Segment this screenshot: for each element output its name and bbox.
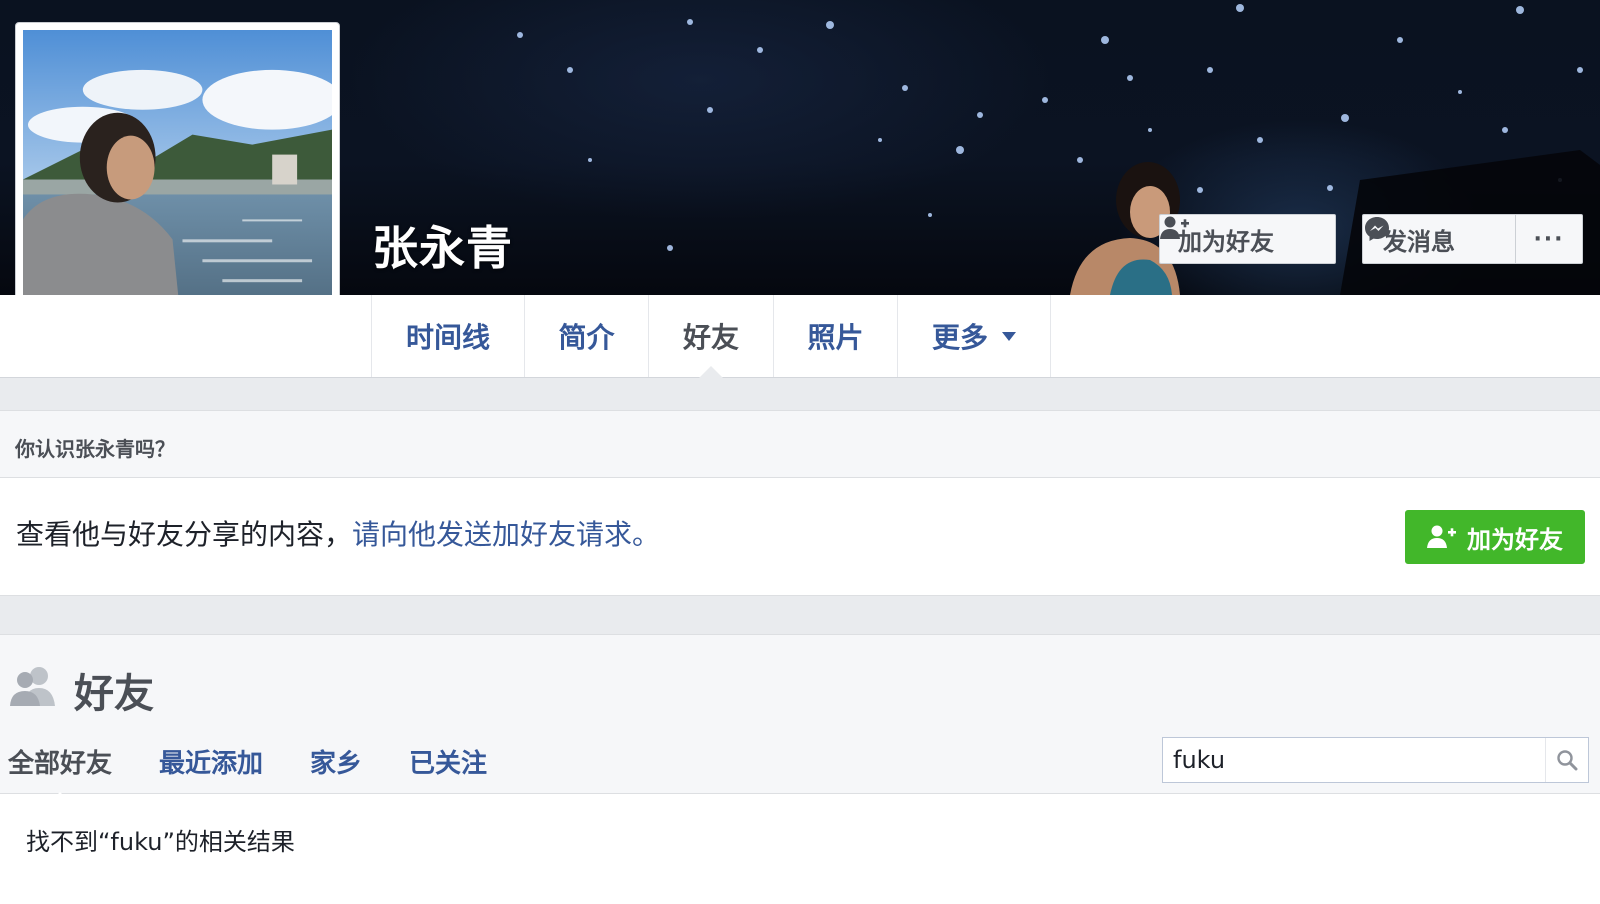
profile-picture-image xyxy=(23,30,332,337)
know-card-description: 查看他与好友分享的内容， xyxy=(16,518,353,551)
profile-name[interactable]: 张永青 xyxy=(372,212,513,278)
subtab-all-friends[interactable]: 全部好友 xyxy=(8,743,112,802)
subtab-hometown[interactable]: 家乡 xyxy=(310,743,362,780)
message-button[interactable]: 发消息 xyxy=(1362,214,1516,264)
friends-search-box xyxy=(1162,737,1589,783)
tab-about-label: 简介 xyxy=(558,321,615,354)
section-gap xyxy=(0,378,1600,410)
section-gap xyxy=(0,596,1600,634)
send-request-link[interactable]: 请向他发送加好友请求。 xyxy=(352,518,660,551)
add-friend-icon xyxy=(1160,216,1189,239)
search-icon xyxy=(1557,750,1578,771)
subtab-following[interactable]: 已关注 xyxy=(409,743,487,780)
more-options-button[interactable]: ··· xyxy=(1515,214,1583,264)
messenger-icon xyxy=(1365,217,1389,241)
friends-section-title: 好友 xyxy=(74,671,154,717)
tab-about[interactable]: 简介 xyxy=(525,295,649,377)
profile-tabs: 时间线 简介 好友 照片 更多 xyxy=(371,295,1051,378)
no-results-message: 找不到“fuku”的相关结果 xyxy=(26,828,295,856)
tab-more-label: 更多 xyxy=(931,321,988,354)
tab-friends-label: 好友 xyxy=(682,321,739,354)
message-label: 发消息 xyxy=(1383,227,1455,256)
friends-section-header: 好友 全部好友 最近添加 家乡 已关注 xyxy=(0,634,1600,802)
know-card-title: 你认识张永青吗？ xyxy=(15,437,175,461)
know-card-text: 查看他与好友分享的内容，请向他发送加好友请求。 xyxy=(16,513,660,553)
profile-tab-bar: 时间线 简介 好友 照片 更多 xyxy=(0,295,1600,378)
tab-photos-label: 照片 xyxy=(807,321,864,354)
tab-photos[interactable]: 照片 xyxy=(774,295,898,377)
know-card-body: 查看他与好友分享的内容，请向他发送加好友请求。 加为好友 xyxy=(0,478,1600,596)
friends-subtabs: 全部好友 最近添加 家乡 已关注 xyxy=(8,743,534,802)
add-friend-label: 加为好友 xyxy=(1178,227,1274,256)
search-button[interactable] xyxy=(1545,738,1588,782)
friends-search-input[interactable] xyxy=(1163,738,1545,782)
caret-down-icon xyxy=(1002,331,1016,341)
add-friend-button[interactable]: 加为好友 xyxy=(1159,214,1336,264)
add-friend-green-label: 加为好友 xyxy=(1467,525,1563,554)
tab-friends[interactable]: 好友 xyxy=(649,295,774,378)
friends-icon xyxy=(10,667,55,706)
know-card-header: 你认识张永青吗？ xyxy=(0,410,1600,478)
subtab-recently-added[interactable]: 最近添加 xyxy=(159,743,263,780)
tab-timeline-label: 时间线 xyxy=(405,321,490,354)
add-friend-green-button[interactable]: 加为好友 xyxy=(1405,510,1585,564)
tab-more[interactable]: 更多 xyxy=(898,295,1051,377)
tab-timeline[interactable]: 时间线 xyxy=(372,295,525,377)
add-friend-icon xyxy=(1427,525,1456,548)
